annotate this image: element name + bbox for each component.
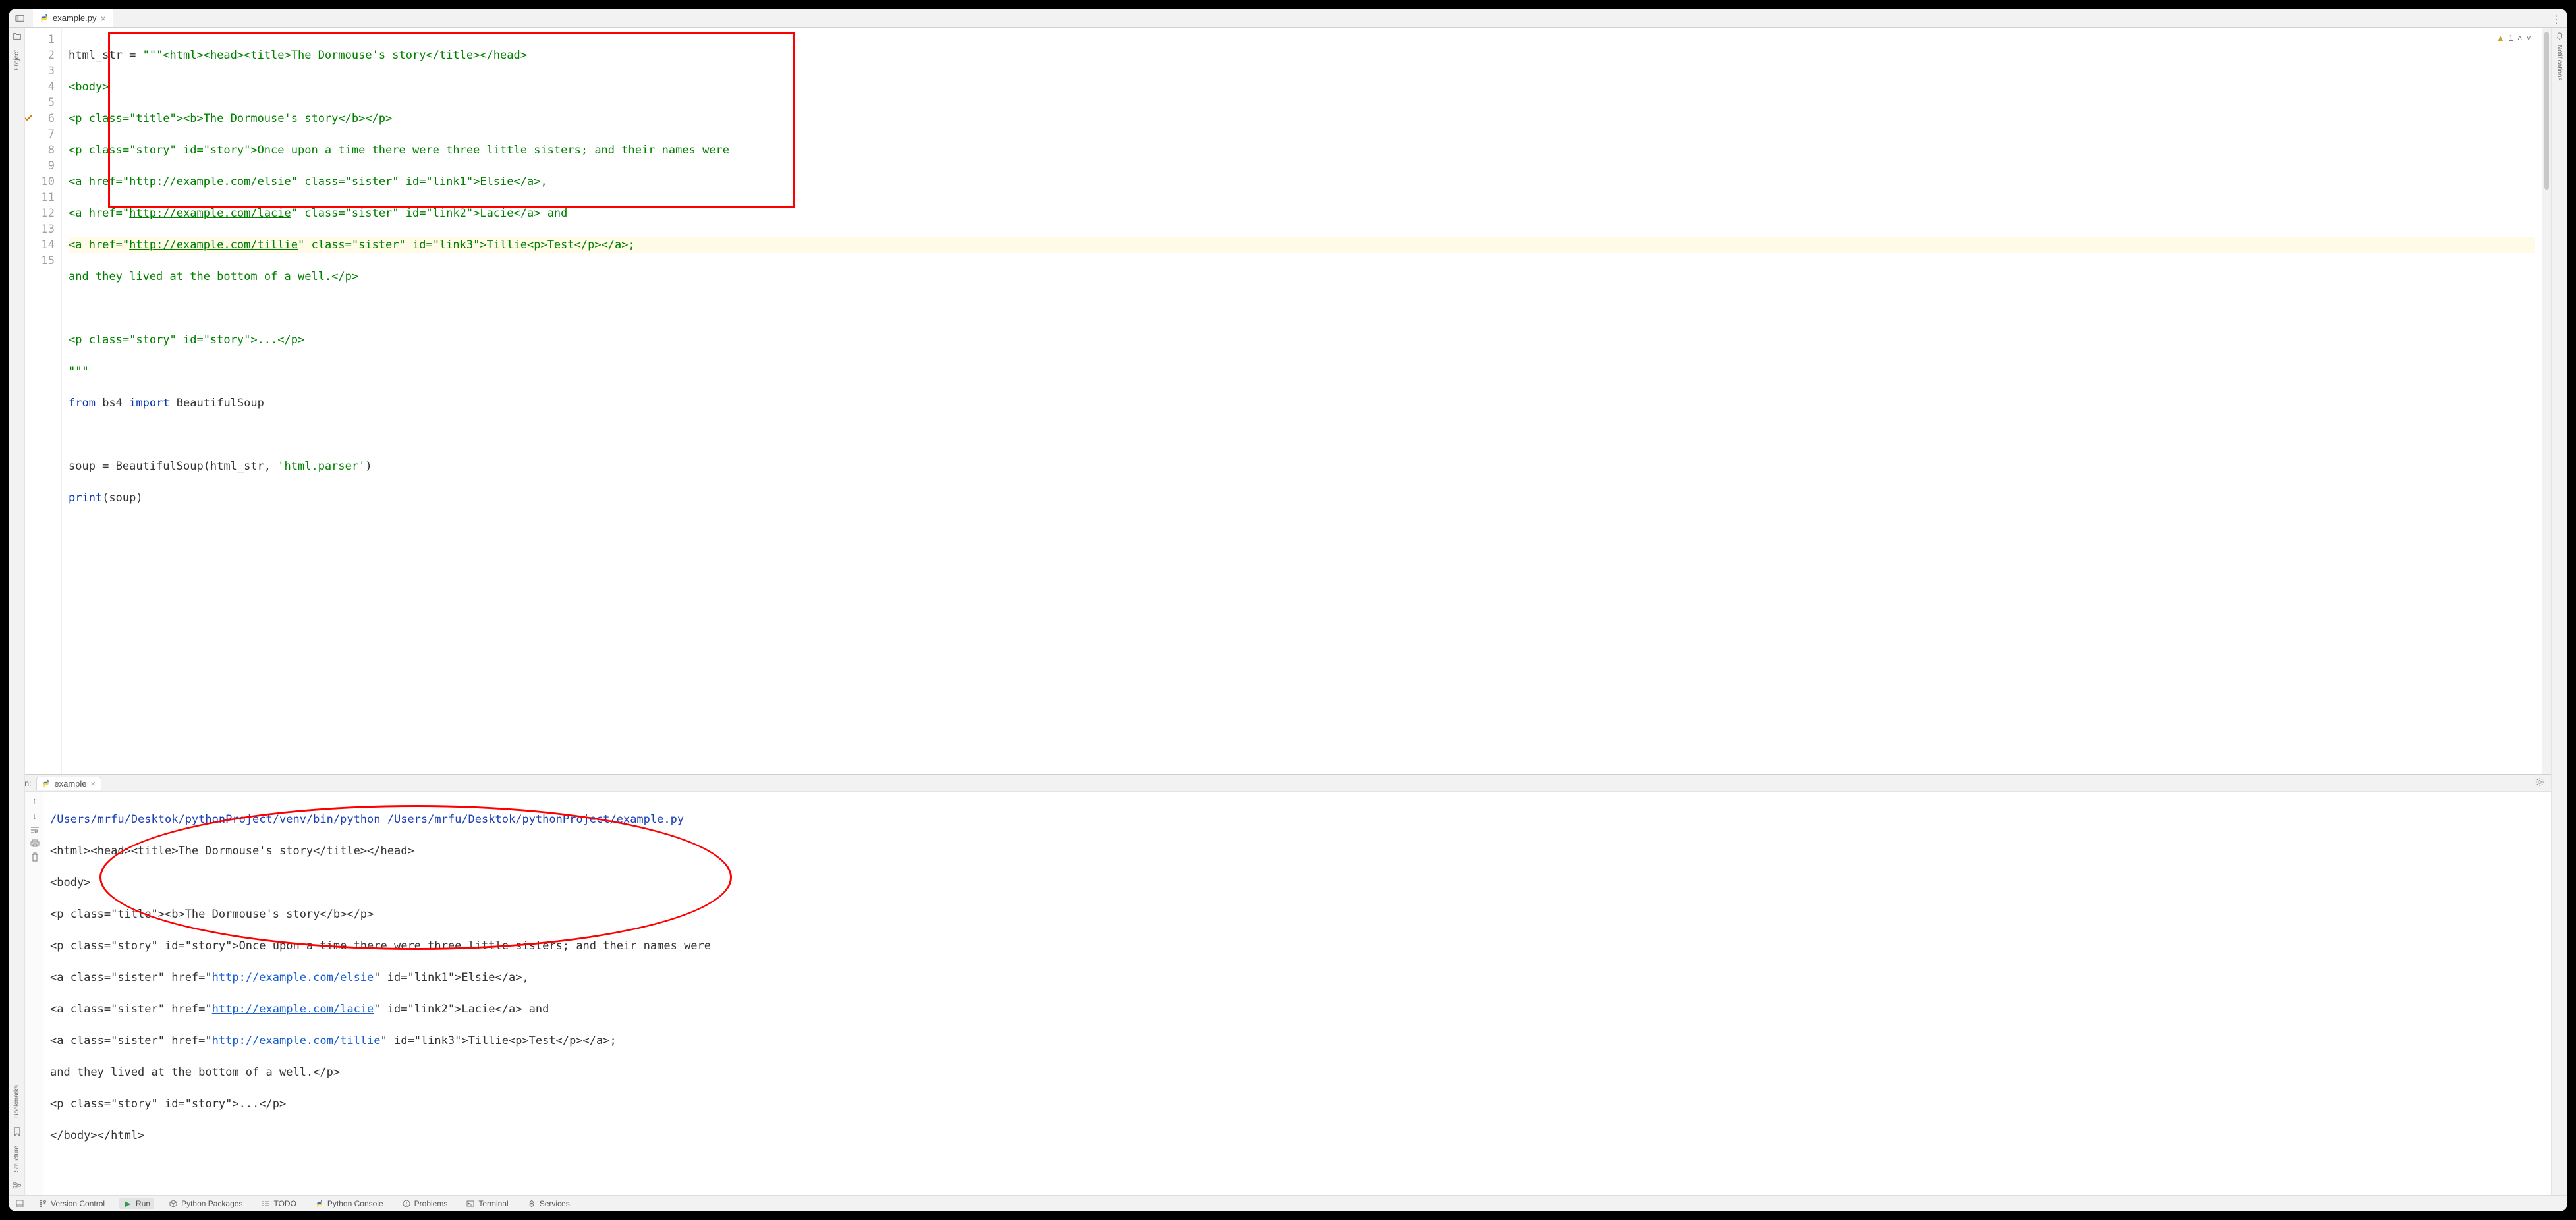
version-control-button[interactable]: Version Control [34,1198,109,1209]
close-tab-icon[interactable]: × [100,14,105,23]
project-tool-window-button[interactable] [13,12,26,25]
python-packages-button[interactable]: Python Packages [165,1198,246,1209]
run-tool-header: Run: example × — [9,775,2567,792]
structure-tool-icon[interactable] [13,1182,22,1191]
editor-scrollbar[interactable] [2542,28,2551,774]
run-tool-window: Run: example × — ▶ ■ [9,774,2567,1195]
line-number-gutter: 1 2 3 4 5 6 7 8 9 10 11 12 13 14 [25,28,62,774]
scroll-down-icon[interactable]: ↓ [32,811,37,821]
bottom-tool-handle-icon[interactable] [16,1200,24,1207]
line-number: 4 [25,79,55,95]
branch-icon [38,1199,47,1208]
run-config-label: example [54,779,86,789]
print-icon[interactable] [30,839,40,847]
line-number: 12 [25,206,55,221]
line-number: 8 [25,142,55,158]
line-number: 5 [25,95,55,111]
main-area: 1 2 3 4 5 6 7 8 9 10 11 12 13 14 [9,28,2567,1195]
line-number: 9 [25,158,55,174]
terminal-button[interactable]: Terminal [462,1198,512,1209]
python-file-icon [40,14,49,23]
project-tool-icon[interactable] [13,32,22,41]
bookmarks-tool-icon[interactable] [13,1127,21,1136]
soft-wrap-icon[interactable] [30,826,40,834]
gear-icon[interactable] [2535,777,2544,787]
play-icon: ▶ [123,1199,132,1208]
inspections-widget[interactable]: ▲ 1 ˄ ˅ [2496,33,2531,43]
line-number: 7 [25,126,55,142]
chevron-up-icon[interactable]: ˄ [2517,33,2523,43]
console-output[interactable]: /Users/mrfu/Desktok/pythonProject/venv/b… [43,792,2567,1195]
chevron-down-icon[interactable]: ˅ [2526,33,2531,43]
ide-window: example.py × ⋮ Project Bookmarks Structu… [9,9,2567,1211]
python-console-button[interactable]: Python Console [311,1198,387,1209]
trash-icon[interactable] [31,852,39,862]
todo-button[interactable]: TODO [257,1198,300,1209]
line-number: 6 [25,111,55,126]
editor-tab-example[interactable]: example.py × [33,9,113,27]
right-tool-strip: Notifications [2551,28,2567,1195]
todo-icon [261,1199,270,1208]
editor-tab-label: example.py [53,13,96,23]
line-number: 2 [25,47,55,63]
structure-tool-label[interactable]: Structure [13,1146,20,1173]
services-icon [527,1199,536,1208]
warning-icon: ▲ [2496,33,2505,43]
line-number: 14 [25,237,55,253]
line-number: 3 [25,63,55,79]
close-run-tab-icon[interactable]: × [91,779,96,789]
editor-tab-bar: example.py × ⋮ [9,9,2567,28]
line-number: 15 [25,253,55,269]
bookmarks-tool-label[interactable]: Bookmarks [13,1085,20,1118]
run-config-tab[interactable]: example × [36,777,101,790]
tab-overflow-icon[interactable]: ⋮ [2551,13,2562,26]
scrollbar-thumb[interactable] [2544,32,2549,190]
problems-button[interactable]: Problems [398,1198,452,1209]
scroll-up-icon[interactable]: ↑ [32,796,37,806]
python-run-icon [42,779,50,787]
run-button[interactable]: ▶Run [119,1198,154,1209]
problems-icon [402,1199,411,1208]
left-tool-strip: Project Bookmarks Structure [9,28,25,1195]
warning-count: 1 [2509,33,2513,43]
gutter-marker-icon[interactable] [24,113,33,123]
run-toolbar-secondary: ↑ ↓ [26,792,43,1195]
line-number: 13 [25,221,55,237]
line-number: 1 [25,32,55,47]
notifications-tool-label[interactable]: Notifications [2556,45,2563,80]
code-content[interactable]: html_str = """<html><head><title>The Dor… [62,28,2542,774]
services-button[interactable]: Services [523,1198,574,1209]
package-icon [169,1199,178,1208]
console-command-path: /Users/mrfu/Desktok/pythonProject/venv/b… [50,813,684,826]
project-tool-label[interactable]: Project [13,50,20,70]
notifications-tool-icon[interactable] [2555,32,2564,41]
code-editor[interactable]: 1 2 3 4 5 6 7 8 9 10 11 12 13 14 [25,28,2551,774]
python-console-icon [315,1199,324,1208]
bottom-tool-bar: Version Control ▶Run Python Packages TOD… [9,1195,2567,1211]
terminal-icon [466,1199,475,1208]
line-number: 11 [25,190,55,206]
line-number: 10 [25,174,55,190]
